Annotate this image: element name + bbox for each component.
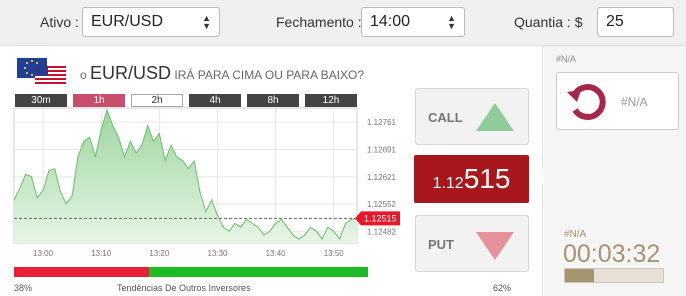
select-arrows-icon: ▲ ▼ [202,13,211,31]
x-tick-label: 13:40 [266,249,287,258]
y-tick-label: 1.12691 [367,145,396,154]
asset-select-value: EUR/USD [91,13,164,30]
y-tick-label: 1.12552 [367,200,396,209]
sentiment-call-fill [148,267,368,277]
put-button[interactable]: PUT [415,215,529,272]
expiry-timer: 00:03:32 [563,240,661,268]
price-big: 515 [463,163,511,194]
timer-progress-fill [565,269,595,282]
order-toolbar: Ativo : EUR/USD ▲ ▼ Fechamento : 14:00 ▲ ▼… [0,0,686,46]
trading-widget: Ativo : EUR/USD ▲ ▼ Fechamento : 14:00 ▲ ▼… [0,0,686,296]
arrow-down-icon [476,232,514,260]
put-label: PUT [428,237,454,252]
sentiment-bar [14,267,368,277]
expiry-select[interactable]: 14:00 ▲ ▼ [361,7,465,37]
amount-label: Quantia : $ [514,14,583,30]
rollover-caption: #N/A [556,54,577,64]
price-chart: 1.12761 1.12691 1.12621 1.12552 1.12482 13:0… [13,107,400,258]
rollover-icon [567,84,606,120]
question-prefix: o [80,68,87,82]
x-tick-label: 13:50 [324,249,345,258]
question-asset: EUR/USD [90,63,172,83]
y-tick-label: 1.12621 [367,173,396,182]
timer-progress [564,268,664,283]
expiry-label: Fechamento : [276,14,362,30]
asset-label: Ativo : [40,14,79,30]
select-arrows-icon: ▲ ▼ [447,13,456,31]
call-button[interactable]: CALL [415,88,529,145]
arrow-up-icon [476,103,514,131]
call-label: CALL [428,110,463,125]
timer-caption: #N/A [564,229,587,240]
x-tick-label: 13:00 [33,249,54,258]
price-small: 1.12 [432,175,464,192]
rollover-button[interactable]: #N/A [556,72,679,130]
question-text: IRÁ PARA CIMA OU PARA BAIXO? [174,68,365,82]
amount-input-value: 25 [606,13,624,30]
x-tick-label: 13:20 [149,249,170,258]
rollover-label: #N/A [621,95,648,109]
sentiment-put-fill [14,267,149,277]
current-price-box: 1.12515 [414,155,529,203]
sentiment-left-pct: 38% [14,283,33,293]
sentiment-caption: Tendências De Outros Inversores [117,283,251,293]
x-tick-label: 13:30 [207,249,228,258]
asset-select[interactable]: EUR/USD ▲ ▼ [82,7,220,37]
expiry-select-value: 14:00 [370,13,411,30]
y-tick-label: 1.12482 [367,227,396,236]
x-tick-label: 13:10 [91,249,112,258]
price-pointer [533,168,544,186]
eur-usd-flag-icon [17,58,66,86]
amount-input[interactable]: 25 [597,7,674,37]
sentiment-right-pct: 62% [492,283,511,293]
y-tick-label: 1.12761 [367,118,396,127]
current-price-label: 1.12515 [364,213,397,223]
asset-question: o EUR/USD IRÁ PARA CIMA OU PARA BAIXO? [80,63,364,84]
current-price-marker: 1.12515 [355,211,400,226]
